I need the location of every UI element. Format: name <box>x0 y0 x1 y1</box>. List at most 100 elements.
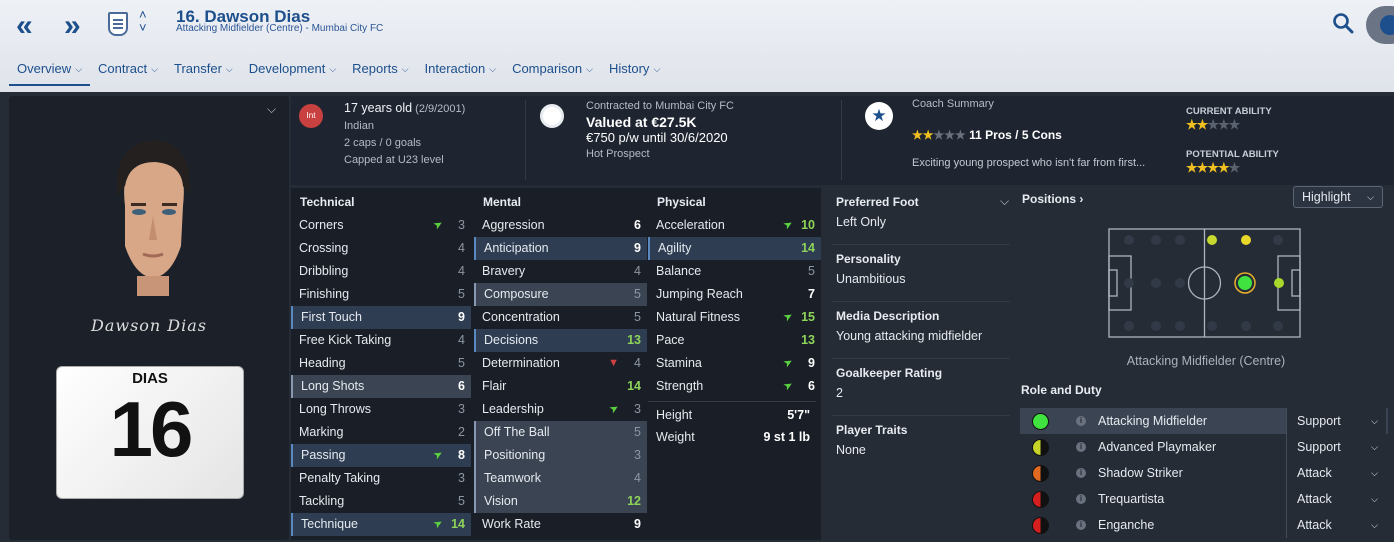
duty-dropdown[interactable]: Attack ⌵ <box>1286 512 1386 538</box>
attribute-row-heading[interactable]: Heading 5 <box>291 352 471 375</box>
attribute-row-aggression[interactable]: Aggression 6 <box>474 214 647 237</box>
globe-icon[interactable] <box>1366 6 1394 44</box>
attribute-row-strength[interactable]: Strength ➤ 6 <box>648 375 821 398</box>
positions-heading[interactable]: Positions › <box>1022 192 1083 206</box>
menu-overview[interactable]: Overview ⌵ <box>9 60 91 86</box>
club-crest-icon[interactable] <box>108 12 128 36</box>
attribute-row-free-kick-taking[interactable]: Free Kick Taking 4 <box>291 329 471 352</box>
chevron-down-icon[interactable]: ⌵ <box>267 102 276 117</box>
attribute-row-tackling[interactable]: Tackling 5 <box>291 490 471 513</box>
info-icon[interactable]: i <box>1076 468 1086 478</box>
attribute-name: Determination <box>482 356 560 370</box>
attribute-row-penalty-taking[interactable]: Penalty Taking 3 <box>291 467 471 490</box>
technical-heading: Technical <box>300 195 355 209</box>
attribute-value: 7 <box>808 287 815 301</box>
attribute-row-positioning[interactable]: Positioning 3 <box>474 444 647 467</box>
divider <box>841 100 842 180</box>
club-badge-icon[interactable] <box>540 104 564 128</box>
personality-value: Unambitious <box>836 272 906 286</box>
attribute-row-determination[interactable]: Determination ▼ 4 <box>474 352 647 375</box>
chevron-down-icon: ⌵ <box>75 64 83 74</box>
attribute-row-pace[interactable]: Pace 13 <box>648 329 821 352</box>
attribute-row-jumping-reach[interactable]: Jumping Reach 7 <box>648 283 821 306</box>
attribute-value: 4 <box>458 241 465 255</box>
shirt-number: 16 <box>109 385 194 473</box>
role-row-attacking-midfielder[interactable]: i Attacking Midfielder Support ⌵ <box>1020 408 1388 434</box>
info-icon[interactable]: i <box>1076 442 1086 452</box>
attribute-value: 13 <box>627 333 641 347</box>
menu-development[interactable]: Development ⌵ <box>241 60 344 86</box>
search-icon[interactable] <box>1332 12 1354 34</box>
attribute-value: 10 <box>801 218 815 232</box>
pitch-diagram[interactable] <box>1108 228 1301 338</box>
attribute-value: 3 <box>634 402 641 416</box>
attribute-value: 8 <box>458 448 465 462</box>
attribute-row-bravery[interactable]: Bravery 4 <box>474 260 647 283</box>
attribute-row-dribbling[interactable]: Dribbling 4 <box>291 260 471 283</box>
chevron-down-icon[interactable]: ⌵ <box>1000 194 1009 209</box>
attribute-row-finishing[interactable]: Finishing 5 <box>291 283 471 306</box>
attribute-row-passing[interactable]: Passing ➤ 8 <box>291 444 471 467</box>
role-row-advanced-playmaker[interactable]: i Advanced Playmaker Support ⌵ <box>1020 434 1388 460</box>
caps-text: 2 caps / 0 goals <box>344 137 422 149</box>
double-chevron-left-icon[interactable]: « <box>16 9 33 43</box>
duty-dropdown[interactable]: Attack ⌵ <box>1286 460 1386 486</box>
player-traits-value: None <box>836 443 866 457</box>
attribute-row-anticipation[interactable]: Anticipation 9 <box>474 237 647 260</box>
menu-reports[interactable]: Reports ⌵ <box>344 60 416 86</box>
menu-contract[interactable]: Contract ⌵ <box>90 60 166 86</box>
duty-dropdown[interactable]: Support ⌵ <box>1286 408 1386 434</box>
attribute-row-leadership[interactable]: Leadership ➤ 3 <box>474 398 647 421</box>
attribute-row-composure[interactable]: Composure 5 <box>474 283 647 306</box>
chevron-down-icon: ⌵ <box>1367 192 1374 202</box>
attribute-row-off-the-ball[interactable]: Off The Ball 5 <box>474 421 647 444</box>
attribute-row-marking[interactable]: Marking 2 <box>291 421 471 444</box>
attribute-row-agility[interactable]: Agility 14 <box>648 237 821 260</box>
duty-label: Attack <box>1297 518 1332 532</box>
highlight-dropdown[interactable]: Highlight ⌵ <box>1293 186 1383 208</box>
chevron-down-icon[interactable]: ˅ <box>139 21 147 34</box>
menu-history[interactable]: History ⌵ <box>601 60 668 86</box>
attribute-row-first-touch[interactable]: First Touch 9 <box>291 306 471 329</box>
attribute-row-acceleration[interactable]: Acceleration ➤ 10 <box>648 214 821 237</box>
role-row-enganche[interactable]: i Enganche Attack ⌵ <box>1020 512 1388 538</box>
menu-comparison[interactable]: Comparison ⌵ <box>504 60 601 86</box>
duty-dropdown[interactable]: Attack ⌵ <box>1286 486 1386 512</box>
attribute-row-concentration[interactable]: Concentration 5 <box>474 306 647 329</box>
menu-interaction[interactable]: Interaction ⌵ <box>417 60 505 86</box>
physical-heading: Physical <box>657 195 706 209</box>
attribute-row-natural-fitness[interactable]: Natural Fitness ➤ 15 <box>648 306 821 329</box>
nationality-text[interactable]: Indian <box>344 118 465 135</box>
contract-label[interactable]: Contracted to Mumbai City FC <box>586 98 734 114</box>
player-shirt: DIAS 16 <box>56 366 244 499</box>
info-icon[interactable]: i <box>1076 520 1086 530</box>
attribute-row-decisions[interactable]: Decisions 13 <box>474 329 647 352</box>
attribute-row-crossing[interactable]: Crossing 4 <box>291 237 471 260</box>
attribute-row-long-throws[interactable]: Long Throws 3 <box>291 398 471 421</box>
dob-text: (2/9/2001) <box>415 103 466 115</box>
info-icon[interactable]: i <box>1076 494 1086 504</box>
page-subtitle: Attacking Midfielder (Centre) - Mumbai C… <box>176 23 384 34</box>
attribute-row-corners[interactable]: Corners ➤ 3 <box>291 214 471 237</box>
role-suitability-icon <box>1032 517 1049 534</box>
player-switch-arrows[interactable]: ˄ ˅ <box>139 8 147 34</box>
double-chevron-right-icon[interactable]: » <box>64 9 81 43</box>
attribute-row-long-shots[interactable]: Long Shots 6 <box>291 375 471 398</box>
attribute-row-teamwork[interactable]: Teamwork 4 <box>474 467 647 490</box>
attribute-row-balance[interactable]: Balance 5 <box>648 260 821 283</box>
info-icon[interactable]: i <box>1076 416 1086 426</box>
attribute-row-technique[interactable]: Technique ➤ 14 <box>291 513 471 536</box>
duty-dropdown[interactable]: Support ⌵ <box>1286 434 1386 460</box>
attribute-row-flair[interactable]: Flair 14 <box>474 375 647 398</box>
coach-summary[interactable]: ★★★★★ 11 Pros / 5 Cons <box>912 128 1062 142</box>
menu-transfer[interactable]: Transfer ⌵ <box>166 60 241 86</box>
duty-label: Support <box>1297 414 1341 428</box>
role-row-shadow-striker[interactable]: i Shadow Striker Attack ⌵ <box>1020 460 1388 486</box>
attribute-row-work-rate[interactable]: Work Rate 9 <box>474 513 647 536</box>
role-row-trequartista[interactable]: i Trequartista Attack ⌵ <box>1020 486 1388 512</box>
attribute-row-stamina[interactable]: Stamina ➤ 9 <box>648 352 821 375</box>
attribute-name: Passing <box>301 448 346 462</box>
trend-up-icon: ➤ <box>781 217 796 233</box>
attribute-row-vision[interactable]: Vision 12 <box>474 490 647 513</box>
personal-details: 17 years old (2/9/2001) Indian 2 caps / … <box>344 100 465 169</box>
